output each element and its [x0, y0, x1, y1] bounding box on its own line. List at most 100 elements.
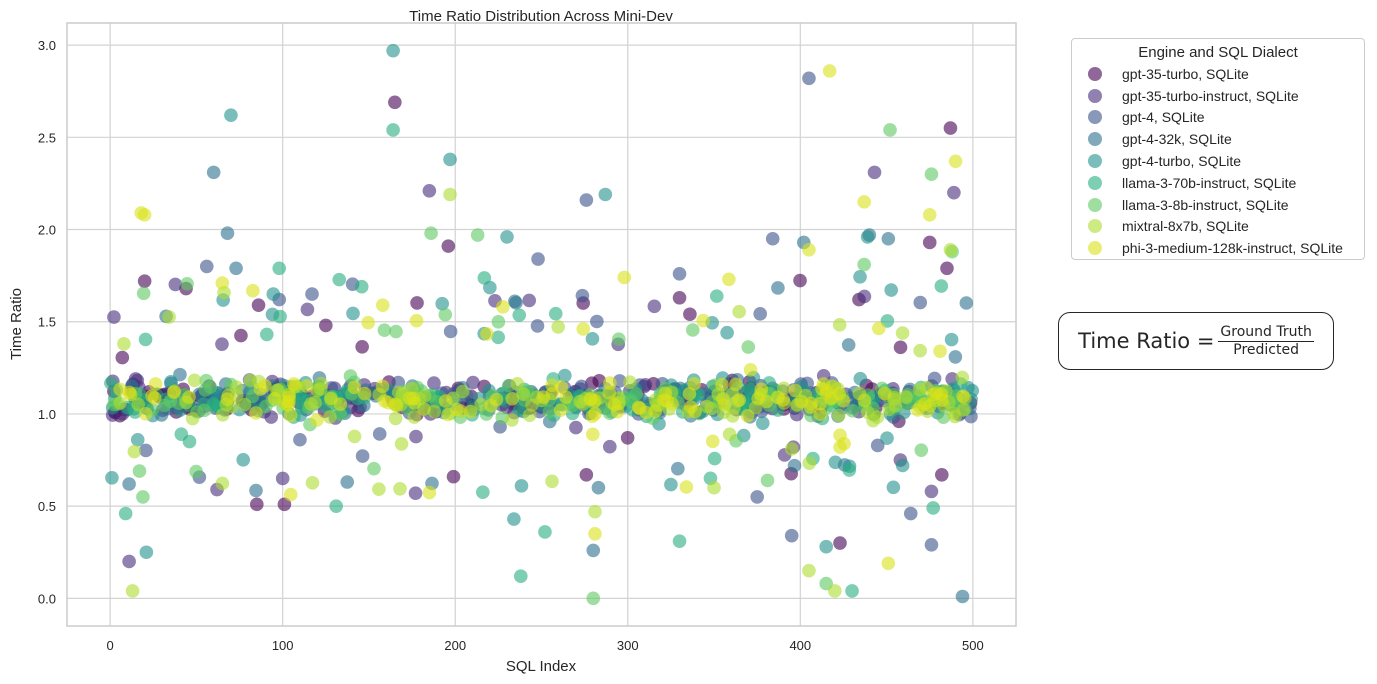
data-point — [881, 231, 896, 246]
data-point — [586, 427, 600, 442]
data-point — [841, 338, 856, 352]
data-point — [696, 313, 710, 328]
data-point — [853, 371, 868, 386]
data-point — [732, 304, 746, 319]
y-tick-label: 1.5 — [38, 315, 56, 330]
x-tick-label: 200 — [444, 638, 466, 653]
data-point — [118, 506, 133, 521]
data-point — [707, 480, 721, 495]
data-point — [224, 108, 238, 123]
data-point — [647, 299, 662, 314]
data-point — [948, 350, 963, 364]
data-point — [206, 165, 221, 180]
data-point — [588, 526, 602, 541]
data-point — [249, 497, 264, 512]
data-point — [198, 383, 213, 397]
data-point — [832, 318, 847, 332]
data-point — [393, 481, 407, 496]
data-point — [422, 485, 437, 500]
data-point — [509, 296, 523, 310]
legend-item: gpt-4-32k, SQLite — [1072, 128, 1364, 150]
data-point — [569, 420, 583, 435]
data-point — [872, 321, 886, 336]
data-point — [246, 283, 260, 298]
data-point — [883, 123, 897, 137]
data-point — [293, 432, 307, 447]
data-point — [842, 463, 857, 477]
data-point — [275, 471, 290, 486]
data-point — [750, 490, 764, 504]
data-point — [443, 187, 457, 202]
legend-item: llama-3-8b-instruct, SQLite — [1072, 194, 1364, 216]
data-point — [115, 350, 130, 365]
data-point — [822, 64, 837, 78]
data-point — [722, 427, 737, 442]
data-point — [220, 226, 235, 241]
data-point — [300, 302, 315, 317]
data-point — [765, 231, 780, 246]
formula-annotation: Time Ratio = Ground Truth Predicted — [1058, 312, 1334, 370]
data-point — [679, 480, 694, 494]
data-point — [409, 429, 423, 444]
data-point — [845, 403, 860, 418]
data-point — [375, 298, 390, 312]
data-point — [139, 443, 153, 458]
data-point — [554, 380, 569, 394]
data-point — [860, 405, 875, 420]
data-point — [802, 243, 816, 257]
data-point — [505, 413, 519, 427]
legend-item: gpt-35-turbo-instruct, SQLite — [1072, 85, 1364, 107]
data-point — [913, 343, 927, 358]
data-point — [107, 310, 121, 324]
data-point — [438, 307, 453, 322]
data-point — [877, 386, 892, 401]
data-point — [407, 396, 422, 410]
data-point — [422, 184, 437, 198]
data-point — [741, 340, 756, 354]
data-point — [935, 467, 949, 482]
data-point — [672, 290, 687, 305]
legend-label: gpt-35-turbo-instruct, SQLite — [1122, 87, 1299, 104]
data-point — [833, 440, 847, 454]
data-point — [956, 389, 970, 404]
data-point — [189, 464, 203, 479]
data-point — [424, 226, 438, 241]
data-point — [914, 443, 929, 457]
data-point — [732, 393, 746, 407]
data-point — [122, 554, 136, 569]
data-point — [372, 482, 386, 496]
data-point — [857, 257, 871, 272]
data-point — [386, 43, 400, 58]
data-point — [895, 458, 910, 473]
data-point — [802, 563, 816, 578]
data-point — [586, 543, 601, 558]
data-point — [709, 289, 724, 303]
data-point — [443, 152, 457, 167]
data-point — [455, 384, 470, 399]
data-point — [784, 528, 799, 543]
data-point — [513, 569, 528, 584]
data-point — [215, 276, 230, 290]
legend-marker-icon — [1088, 66, 1102, 81]
data-point — [372, 427, 387, 441]
data-point — [660, 394, 674, 408]
data-point — [558, 368, 572, 383]
legend-item: gpt-4-turbo, SQLite — [1072, 150, 1364, 172]
data-point — [729, 377, 743, 392]
data-point — [743, 363, 758, 377]
data-point — [266, 287, 281, 301]
data-point — [132, 464, 147, 478]
data-point — [234, 328, 248, 343]
data-point — [899, 390, 913, 404]
data-point — [305, 287, 319, 301]
data-point — [389, 324, 403, 339]
data-point — [629, 387, 643, 401]
data-point — [598, 187, 613, 202]
y-axis-label: Time Ratio — [8, 288, 25, 360]
data-point — [603, 376, 617, 390]
data-point — [182, 434, 197, 449]
data-point — [819, 385, 834, 400]
data-point — [215, 476, 230, 491]
data-point — [288, 379, 302, 394]
data-point — [299, 379, 314, 393]
